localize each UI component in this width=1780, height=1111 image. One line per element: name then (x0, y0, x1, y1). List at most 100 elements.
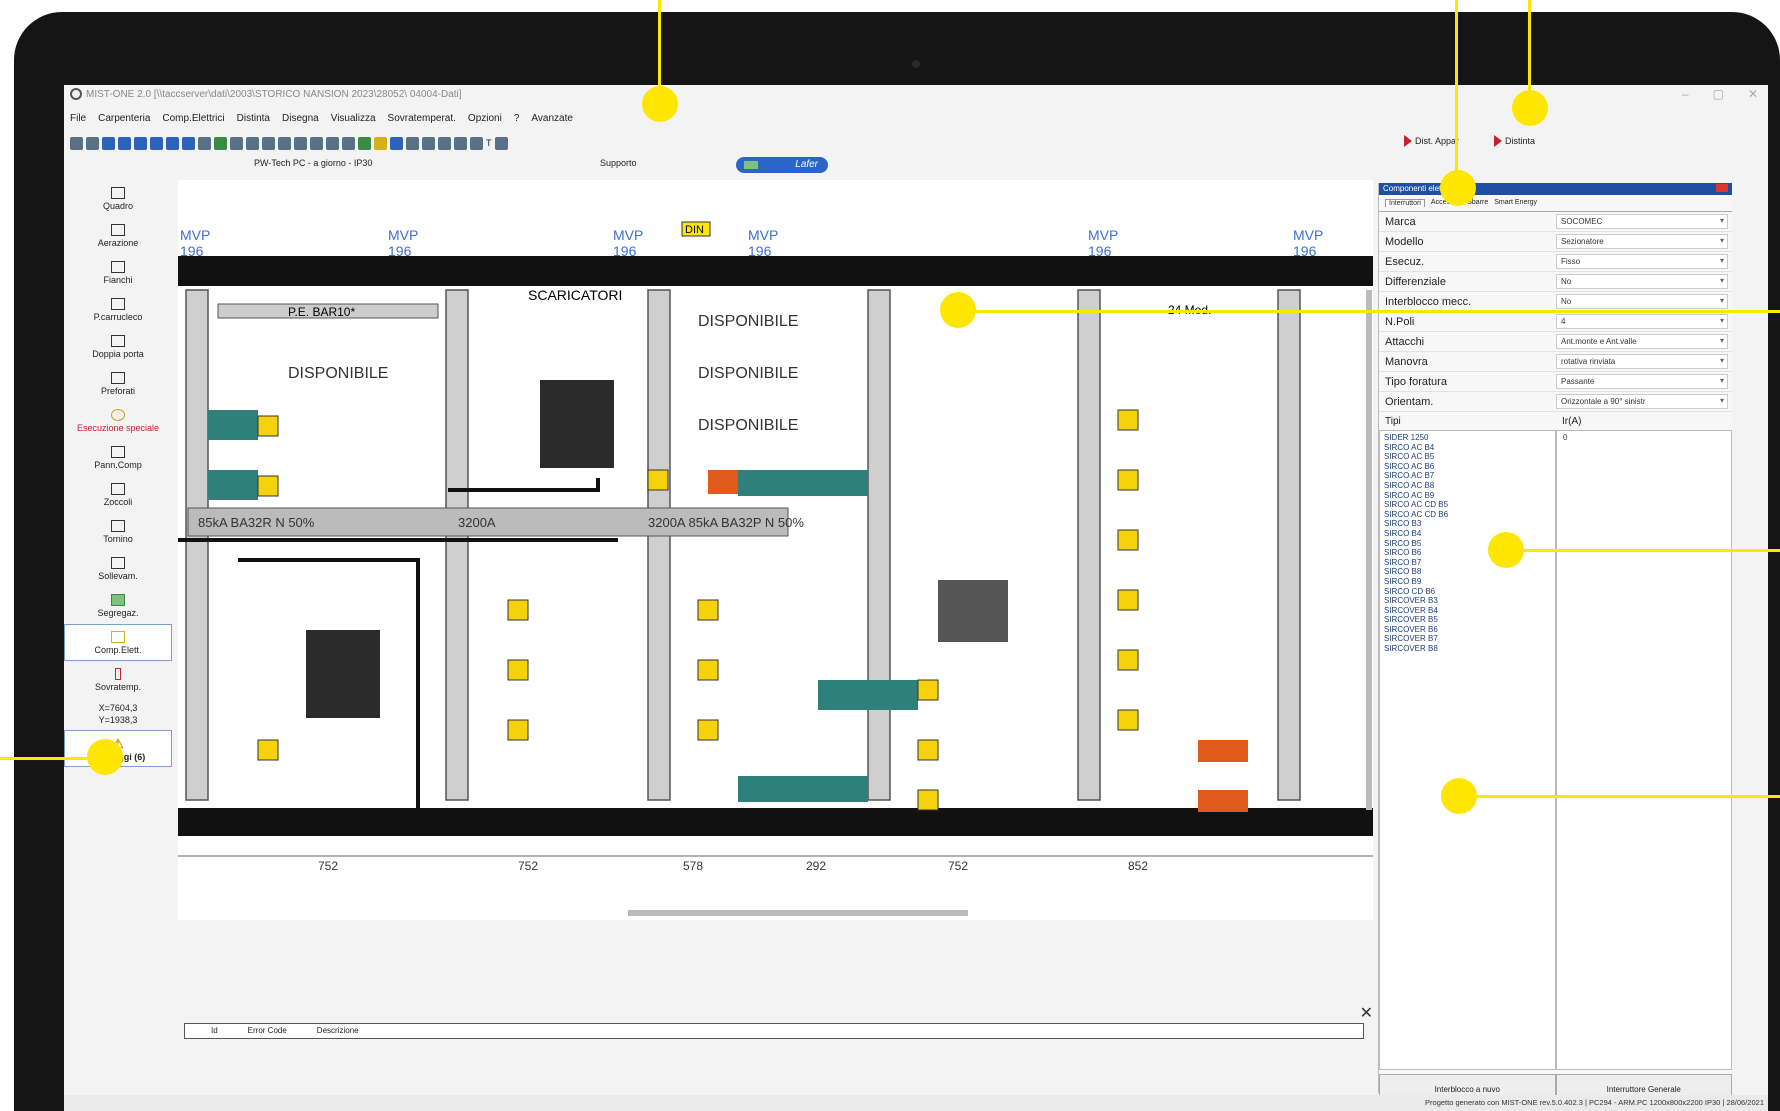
palette-tornino[interactable]: Tornino (64, 513, 172, 550)
list-item[interactable]: SIRCOVER B3 (1384, 596, 1551, 606)
list-item[interactable]: SIRCOVER B8 (1384, 644, 1551, 654)
list-item[interactable]: SIRCO B5 (1384, 539, 1551, 549)
palette-comp-elett[interactable]: Comp.Elett. (64, 624, 172, 661)
close-icon[interactable]: ✕ (1748, 87, 1758, 101)
menu-avanzate[interactable]: Avanzate (531, 113, 573, 124)
zoom-window-icon[interactable] (134, 136, 147, 150)
module-icon[interactable] (374, 136, 387, 150)
attacchi-select[interactable]: Ant.monte e Ant.valle (1556, 334, 1728, 349)
supporto-button[interactable]: Supporto (600, 158, 637, 168)
palette-fianchi[interactable]: Fianchi (64, 254, 172, 291)
zoom-out-icon[interactable] (118, 136, 131, 150)
tipi-list[interactable]: SIDER 1250 SIRCO AC B4 SIRCO AC B5 SIRCO AC… (1379, 430, 1556, 1070)
list-item[interactable]: SIRCO B3 (1384, 519, 1551, 529)
list-item[interactable]: SIRCO AC B8 (1384, 481, 1551, 491)
palette-preforati[interactable]: Preforati (64, 365, 172, 402)
palette-zoccoli[interactable]: Zoccoli (64, 476, 172, 513)
list-item[interactable]: SIRCOVER B5 (1384, 615, 1551, 625)
palette-sovratemp[interactable]: Sovratemp. (64, 661, 172, 698)
zoom-all-icon[interactable] (150, 136, 163, 150)
pan-icon[interactable] (198, 136, 211, 150)
palette-esecuzione-speciale[interactable]: Esecuzione speciale (64, 402, 172, 439)
menu-sovratemperat[interactable]: Sovratemperat. (388, 113, 456, 124)
list-item[interactable]: SIDER 1250 (1384, 433, 1551, 443)
menu-distinta[interactable]: Distinta (237, 113, 270, 124)
front-view-icon[interactable] (230, 136, 243, 150)
differenziale-select[interactable]: No (1556, 274, 1728, 289)
horizontal-scrollbar[interactable] (628, 910, 968, 916)
list-item[interactable]: SIRCO AC B7 (1384, 471, 1551, 481)
marca-select[interactable]: SOCOMEC (1556, 214, 1728, 229)
menu-opzioni[interactable]: Opzioni (468, 113, 502, 124)
list-item[interactable]: SIRCO B4 (1384, 529, 1551, 539)
list-item[interactable]: SIRCO AC B9 (1384, 491, 1551, 501)
measure-icon[interactable] (494, 136, 508, 150)
tab-interruttori[interactable]: Interruttori (1385, 199, 1425, 207)
palette-sollevam[interactable]: Sollevam. (64, 550, 172, 587)
menu-help[interactable]: ? (514, 113, 520, 124)
manovra-select[interactable]: rotativa rinviata (1556, 354, 1728, 369)
menu-disegna[interactable]: Disegna (282, 113, 319, 124)
menu-file[interactable]: File (70, 113, 86, 124)
layer-icon[interactable] (214, 136, 227, 150)
npoli-select[interactable]: 4 (1556, 314, 1728, 329)
delete-icon[interactable] (454, 136, 467, 150)
align-icon[interactable] (342, 136, 355, 150)
list-item[interactable]: SIRCO AC CD B5 (1384, 500, 1551, 510)
orientam-select[interactable]: Orizzontale a 90° sinistr (1556, 394, 1728, 409)
palette-quadro[interactable]: Quadro (64, 180, 172, 217)
list-item[interactable]: SIRCO AC B6 (1384, 462, 1551, 472)
maximize-icon[interactable]: ▢ (1713, 87, 1724, 101)
list-item[interactable]: SIRCO AC B4 (1384, 443, 1551, 453)
move-icon[interactable] (438, 136, 451, 150)
grid-icon[interactable] (390, 136, 403, 150)
text-tool-icon[interactable]: T (486, 138, 492, 148)
palette-pann-comp[interactable]: Pann.Comp (64, 439, 172, 476)
palette-segregaz[interactable]: Segregaz. (64, 587, 172, 624)
side-view-icon[interactable] (246, 136, 259, 150)
foratura-select[interactable]: Passante (1556, 374, 1728, 389)
menu-visualizza[interactable]: Visualizza (331, 113, 376, 124)
zoom-extents-icon[interactable] (182, 136, 195, 150)
save-icon[interactable] (70, 136, 83, 150)
properties-icon[interactable] (470, 136, 483, 150)
camera-icon[interactable] (406, 136, 419, 150)
vertical-scrollbar[interactable] (1366, 290, 1372, 810)
list-item[interactable]: SIRCOVER B6 (1384, 625, 1551, 635)
list-item[interactable]: SIRCOVER B4 (1384, 606, 1551, 616)
distinta-button[interactable]: Distinta (1494, 135, 1535, 147)
palette-pcarrucleco[interactable]: P.carrucleco (64, 291, 172, 328)
switchboard-drawing[interactable]: MVP 196 MVP 196 MVP 196 MVP 196 MVP 196 … (178, 180, 1373, 920)
copy-icon[interactable] (310, 136, 323, 150)
tab-smart-energy[interactable]: Smart Energy (1494, 199, 1537, 207)
list-item[interactable]: SIRCO CD B6 (1384, 587, 1551, 597)
rect-icon[interactable] (262, 136, 275, 150)
list-item[interactable]: SIRCO AC B5 (1384, 452, 1551, 462)
list-item[interactable]: SIRCO B8 (1384, 567, 1551, 577)
breaker-unit[interactable] (540, 380, 614, 468)
dist-appar-button[interactable]: Dist. Appar (1404, 135, 1459, 147)
dimension-icon[interactable] (326, 136, 339, 150)
breaker-unit[interactable] (306, 630, 380, 718)
component-icon[interactable] (358, 136, 371, 150)
zoom-in-icon[interactable] (102, 136, 115, 150)
palette-doppia-porta[interactable]: Doppia porta (64, 328, 172, 365)
list-item[interactable]: SIRCO AC CD B6 (1384, 510, 1551, 520)
list-item[interactable]: SIRCOVER B7 (1384, 634, 1551, 644)
close-icon[interactable] (1716, 184, 1728, 192)
duplicate-icon[interactable] (422, 136, 435, 150)
panel-icon[interactable] (294, 136, 307, 150)
menu-carpenteria[interactable]: Carpenteria (98, 113, 150, 124)
door-icon[interactable] (278, 136, 291, 150)
esecuz-select[interactable]: Fisso (1556, 254, 1728, 269)
menu-comp-elettrici[interactable]: Comp.Elettrici (162, 113, 224, 124)
modello-select[interactable]: Sezionatore (1556, 234, 1728, 249)
print-icon[interactable] (86, 136, 99, 150)
close-icon[interactable]: ✕ (1360, 1003, 1373, 1023)
palette-aerazione[interactable]: Aerazione (64, 217, 172, 254)
list-item[interactable]: SIRCO B7 (1384, 558, 1551, 568)
zoom-previous-icon[interactable] (166, 136, 179, 150)
breaker-unit[interactable] (938, 580, 1008, 642)
minimize-icon[interactable]: – (1682, 87, 1689, 101)
ir-list[interactable]: 0 (1556, 430, 1732, 1070)
